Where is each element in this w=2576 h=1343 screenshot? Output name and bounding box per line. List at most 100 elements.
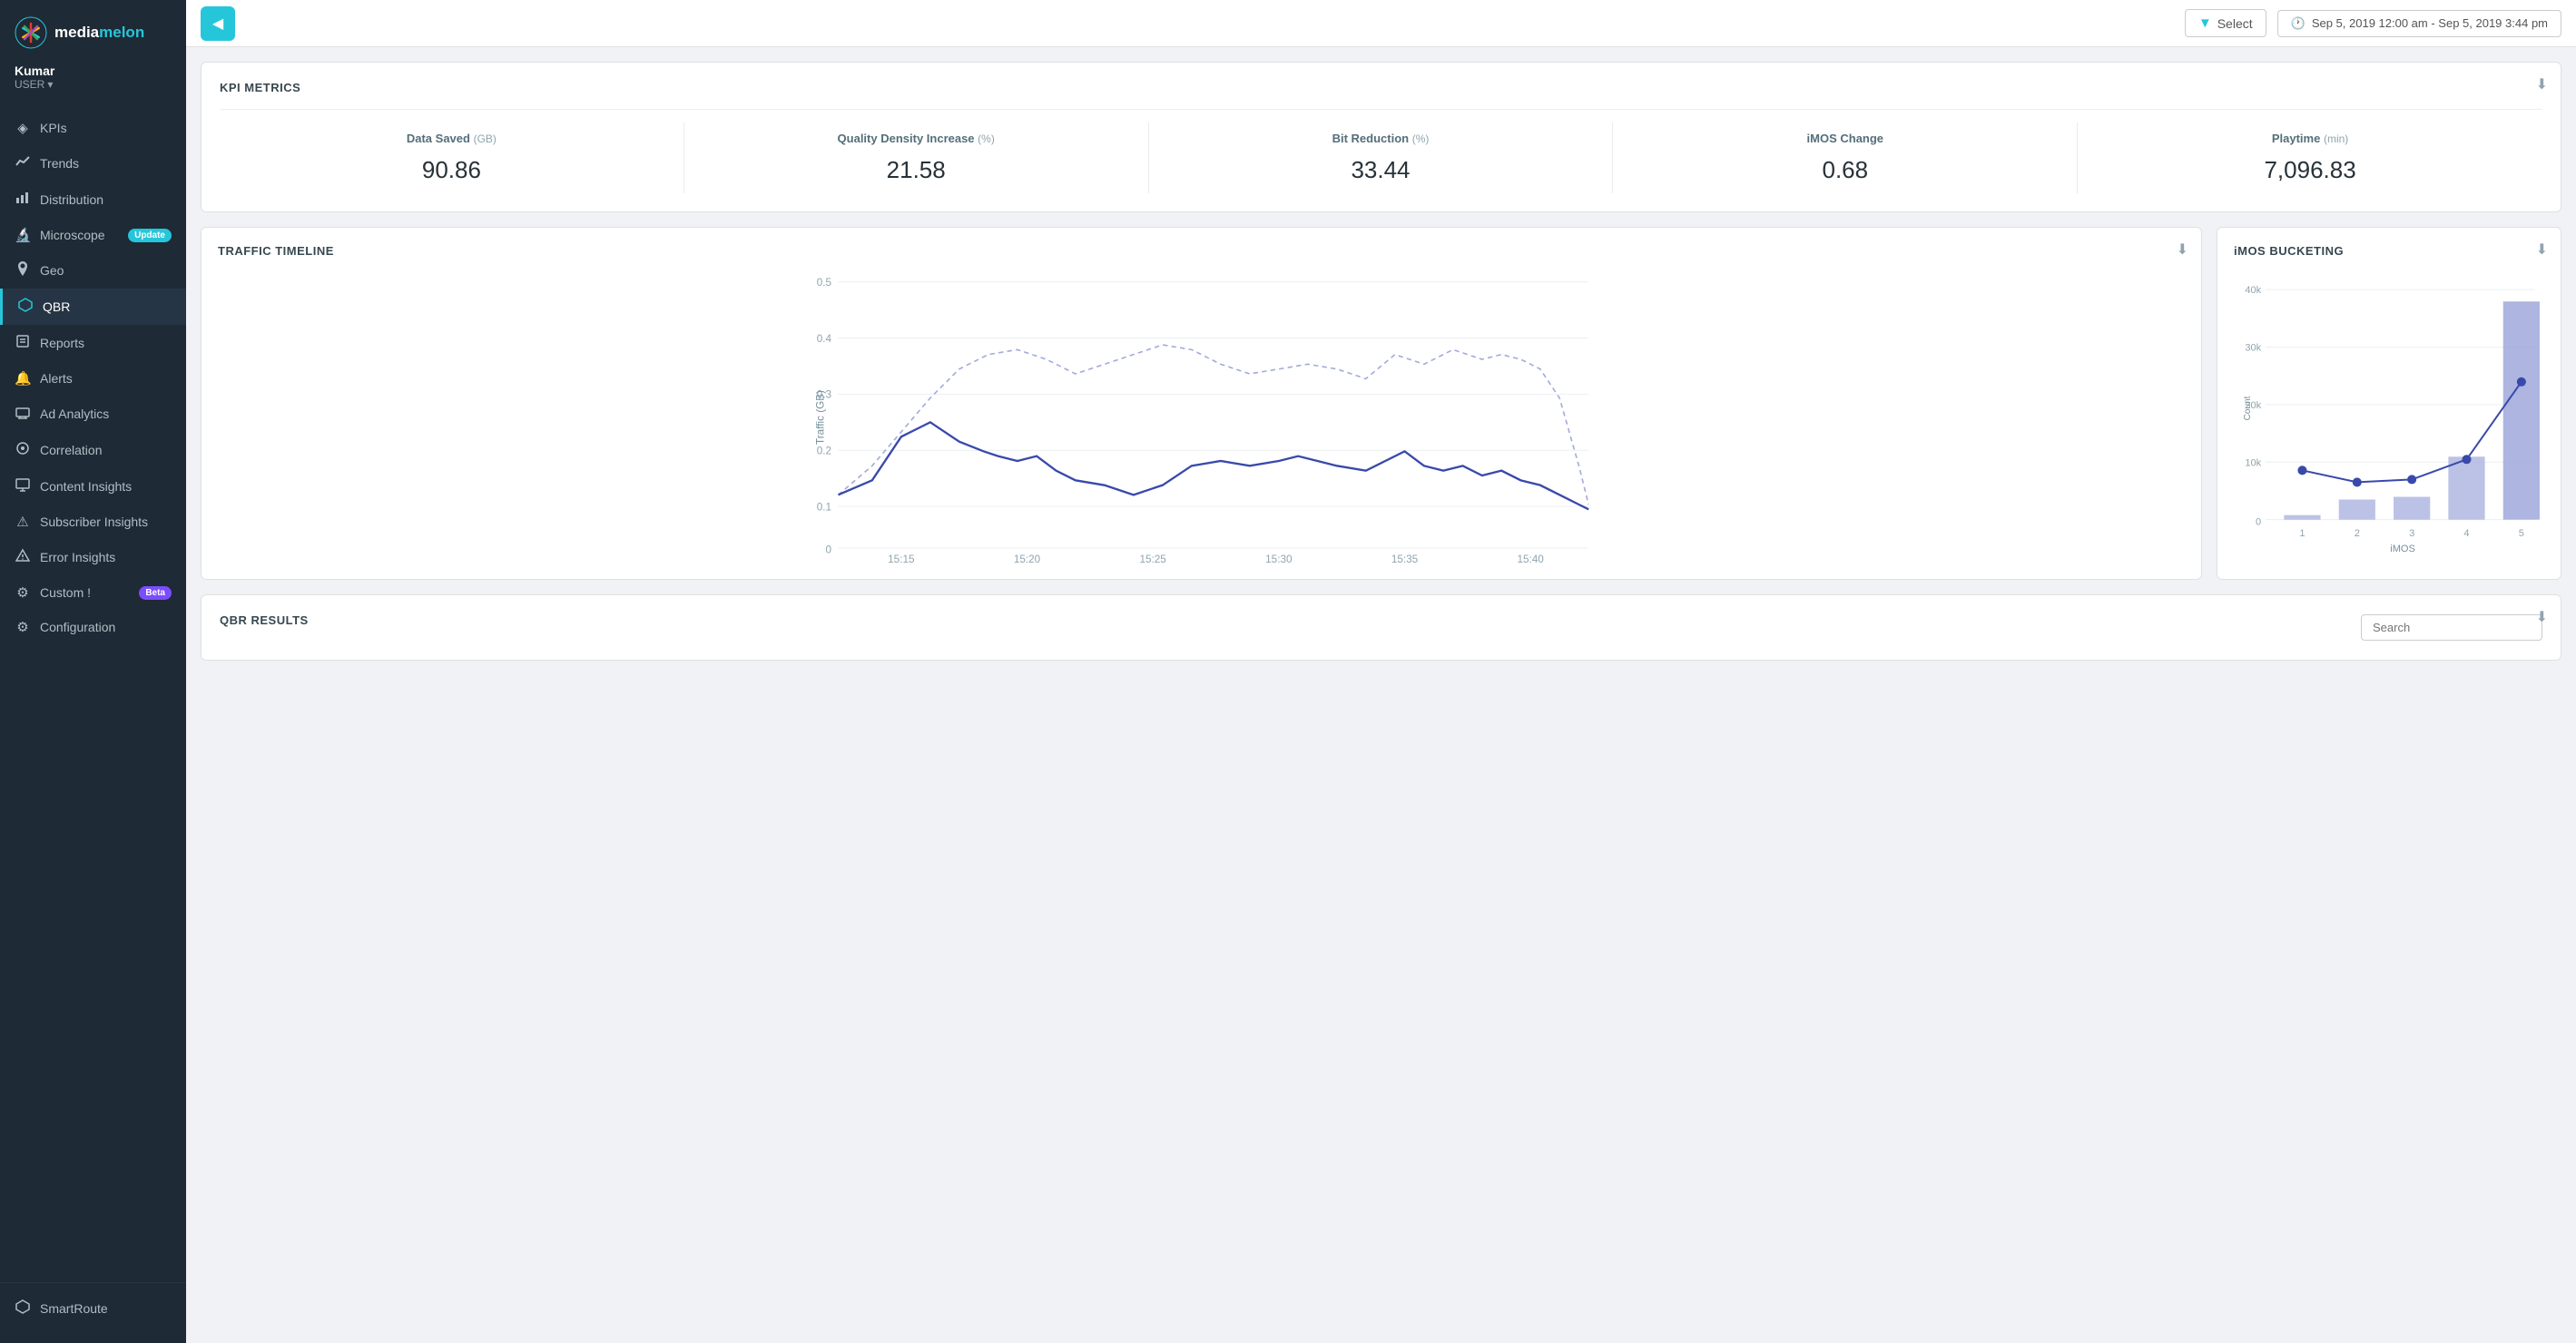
sidebar-item-error-insights[interactable]: Error Insights: [0, 539, 186, 575]
charts-row: ⬇ TRAFFIC TIMELINE 0.5 0.4 0.3 0.2 0.1 0…: [201, 227, 2561, 580]
sidebar-item-label: Custom !: [40, 585, 91, 600]
sidebar-item-smartroute[interactable]: SmartRoute: [15, 1292, 172, 1325]
sidebar-item-label: Ad Analytics: [40, 407, 109, 421]
svg-text:iMOS: iMOS: [2390, 544, 2415, 554]
topbar: ◀ ▼ Select 🕐 Sep 5, 2019 12:00 am - Sep …: [186, 0, 2576, 47]
sidebar-item-reports[interactable]: Reports: [0, 325, 186, 361]
svg-text:30k: 30k: [2245, 343, 2261, 354]
kpi-label: Quality Density Increase (%): [692, 132, 1141, 145]
svg-text:0.1: 0.1: [817, 501, 831, 513]
content-insights-icon: [15, 477, 31, 495]
kpis-icon: ◈: [15, 120, 31, 136]
kpi-value: 0.68: [1620, 156, 2070, 184]
back-button[interactable]: ◀: [201, 6, 235, 41]
sidebar-item-label: Reports: [40, 336, 84, 350]
qbr-download-button[interactable]: ⬇: [2536, 608, 2548, 626]
svg-text:0: 0: [2256, 517, 2261, 528]
svg-text:5: 5: [2519, 528, 2524, 539]
sidebar-item-label: SmartRoute: [40, 1301, 108, 1316]
sidebar-item-content-insights[interactable]: Content Insights: [0, 468, 186, 505]
traffic-chart-area: 0.5 0.4 0.3 0.2 0.1 0 Traffic (GB): [218, 272, 2185, 563]
sidebar-item-qbr[interactable]: QBR: [0, 289, 186, 325]
kpi-item-data-saved: Data Saved (GB) 90.86: [220, 123, 684, 193]
bar-3: [2394, 497, 2430, 520]
svg-text:0: 0: [826, 544, 832, 555]
kpi-item-quality-density: Quality Density Increase (%) 21.58: [684, 123, 1149, 193]
sidebar-item-label: Distribution: [40, 192, 103, 207]
sidebar-item-geo[interactable]: Geo: [0, 252, 186, 289]
sidebar-item-ad-analytics[interactable]: Ad Analytics: [0, 396, 186, 432]
kpi-label: Data Saved (GB): [227, 132, 676, 145]
sidebar-item-label: Correlation: [40, 443, 102, 457]
sidebar-item-label: Subscriber Insights: [40, 515, 148, 529]
sidebar-item-label: Alerts: [40, 371, 73, 386]
sidebar-item-custom[interactable]: ⚙ Custom ! Beta: [0, 575, 186, 610]
logo-icon: [15, 16, 47, 49]
kpi-download-button[interactable]: ⬇: [2536, 75, 2548, 93]
date-range-display: 🕐 Sep 5, 2019 12:00 am - Sep 5, 2019 3:4…: [2277, 10, 2561, 37]
kpi-item-playtime: Playtime (min) 7,096.83: [2078, 123, 2542, 193]
geo-icon: [15, 261, 31, 279]
select-label: Select: [2217, 16, 2253, 31]
filter-icon: ▼: [2198, 15, 2212, 31]
kpi-value: 33.44: [1156, 156, 1606, 184]
username: Kumar: [15, 64, 172, 78]
kpi-label: Playtime (min): [2085, 132, 2535, 145]
sidebar-item-distribution[interactable]: Distribution: [0, 181, 186, 218]
configuration-icon: ⚙: [15, 619, 31, 635]
svg-text:0.2: 0.2: [817, 446, 831, 457]
imos-download-button[interactable]: ⬇: [2536, 240, 2548, 259]
sidebar-item-label: QBR: [43, 299, 70, 314]
sidebar-item-microscope[interactable]: 🔬 Microscope Update: [0, 218, 186, 252]
traffic-download-button[interactable]: ⬇: [2177, 240, 2188, 259]
svg-text:1: 1: [2299, 528, 2305, 539]
sidebar-item-label: Error Insights: [40, 550, 115, 564]
sidebar-item-correlation[interactable]: Correlation: [0, 432, 186, 468]
svg-text:0.5: 0.5: [817, 277, 832, 289]
svg-text:10k: 10k: [2245, 457, 2261, 468]
sidebar-item-subscriber-insights[interactable]: ⚠ Subscriber Insights: [0, 505, 186, 539]
svg-text:15:40: 15:40: [1518, 554, 1545, 563]
clock-icon: 🕐: [2291, 16, 2306, 31]
sidebar-nav: ◈ KPIs Trends Distribution 🔬 Microscope …: [0, 103, 186, 1282]
kpi-metrics-card: ⬇ KPI METRICS Data Saved (GB) 90.86 Qual…: [201, 62, 2561, 212]
kpi-value: 7,096.83: [2085, 156, 2535, 184]
kpi-value: 90.86: [227, 156, 676, 184]
sidebar-item-configuration[interactable]: ⚙ Configuration: [0, 610, 186, 644]
svg-text:2: 2: [2355, 528, 2360, 539]
update-badge: Update: [128, 229, 172, 242]
svg-text:15:25: 15:25: [1140, 554, 1167, 563]
bar-4: [2448, 456, 2484, 519]
traffic-title: TRAFFIC TIMELINE: [218, 244, 2185, 258]
sidebar-bottom: SmartRoute: [0, 1282, 186, 1343]
select-button[interactable]: ▼ Select: [2185, 9, 2266, 37]
custom-icon: ⚙: [15, 584, 31, 601]
kpi-grid: Data Saved (GB) 90.86 Quality Density In…: [220, 123, 2542, 193]
content-area: ⬇ KPI METRICS Data Saved (GB) 90.86 Qual…: [186, 47, 2576, 1343]
svg-text:15:30: 15:30: [1265, 554, 1293, 563]
logo-text: mediamelon: [54, 24, 144, 42]
date-range-text: Sep 5, 2019 12:00 am - Sep 5, 2019 3:44 …: [2312, 16, 2548, 30]
svg-text:3: 3: [2409, 528, 2414, 539]
sidebar-user: Kumar USER ▾: [0, 58, 186, 103]
smartroute-icon: [15, 1299, 31, 1318]
bar-2: [2339, 500, 2375, 520]
imos-chart-svg: 40k 30k 20k 10k 0 Count: [2234, 272, 2544, 563]
sidebar-logo: mediamelon: [0, 0, 186, 58]
line-dot-4: [2462, 455, 2471, 464]
sidebar-item-label: Configuration: [40, 620, 115, 634]
user-role[interactable]: USER ▾: [15, 78, 172, 91]
sidebar-item-label: Trends: [40, 156, 79, 171]
sidebar-item-trends[interactable]: Trends: [0, 145, 186, 181]
qbr-header: QBR RESULTS: [220, 613, 2542, 642]
sidebar-item-alerts[interactable]: 🔔 Alerts: [0, 361, 186, 396]
reports-icon: [15, 334, 31, 352]
line-dot-3: [2407, 475, 2416, 484]
kpi-item-bit-reduction: Bit Reduction (%) 33.44: [1149, 123, 1614, 193]
qbr-search-input[interactable]: [2361, 614, 2542, 641]
sidebar-item-label: KPIs: [40, 121, 67, 135]
kpi-item-imos-change: iMOS Change 0.68: [1613, 123, 2078, 193]
sidebar-item-kpis[interactable]: ◈ KPIs: [0, 111, 186, 145]
sidebar: mediamelon Kumar USER ▾ ◈ KPIs Trends Di…: [0, 0, 186, 1343]
svg-text:15:15: 15:15: [888, 554, 915, 563]
